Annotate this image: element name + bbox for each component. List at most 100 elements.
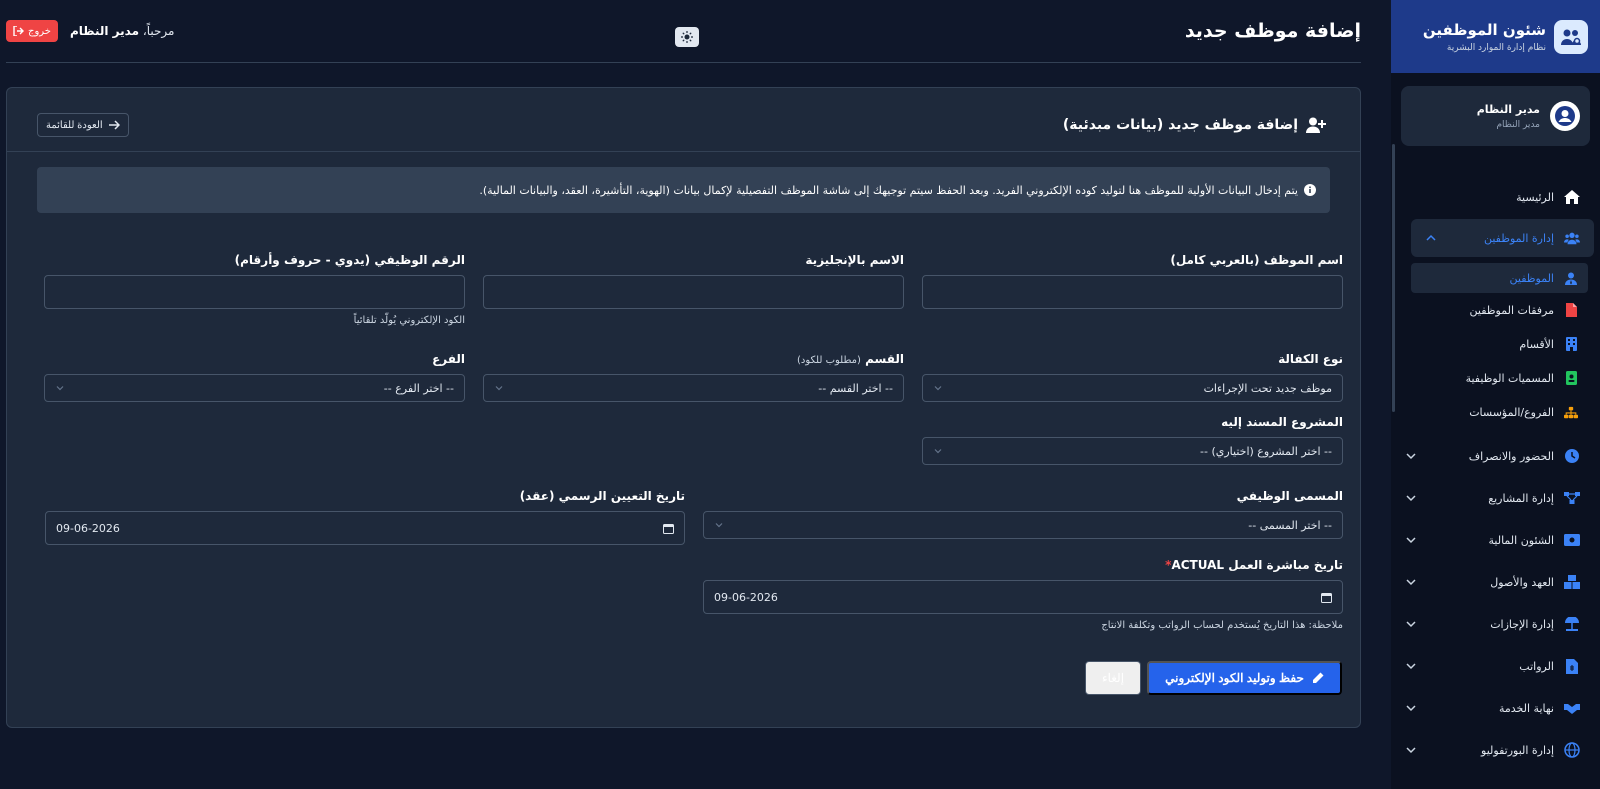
brand-subtitle: نظام إدارة الموارد البشرية xyxy=(1446,42,1546,53)
sign-out-icon xyxy=(13,26,24,36)
logout-button[interactable]: خروج xyxy=(6,20,58,42)
chevron-down-icon xyxy=(1405,660,1417,672)
sidebar-item-leaves[interactable]: إدارة الإجازات xyxy=(1391,603,1600,645)
name-en-input[interactable] xyxy=(483,275,904,309)
file-invoice-dollar-icon xyxy=(1564,658,1580,674)
chevron-down-icon xyxy=(1405,534,1417,546)
info-circle-icon xyxy=(1304,184,1316,196)
sponsorship-label: نوع الكفالة xyxy=(1278,352,1343,366)
branch-select[interactable]: -- اختر الفرع -- xyxy=(44,374,465,402)
name-ar-field: اسم الموظف (بالعربي كامل) xyxy=(922,253,1343,309)
calendar-icon[interactable] xyxy=(1321,592,1332,603)
logout-label: خروج xyxy=(28,25,51,37)
sidebar-item-label: إدارة الموظفين xyxy=(1483,231,1554,245)
employee-number-field: الرقم الوظيفي (يدوي - حروف وأرقام) الكود… xyxy=(44,253,465,326)
project-diagram-icon xyxy=(1564,490,1580,506)
building-icon xyxy=(1564,337,1578,351)
save-generate-code-button[interactable]: حفظ وتوليد الكود الإلكتروني xyxy=(1147,661,1342,695)
start-date-help: ملاحظة: هذا التاريخ يُستخدم لحساب الروات… xyxy=(1101,620,1343,631)
welcome-user: مدير النظام xyxy=(69,24,140,38)
name-ar-input[interactable] xyxy=(922,275,1343,309)
card-header: إضافة موظف جديد (بيانات مبدئية) العودة ل… xyxy=(37,112,1326,138)
theme-toggle-button[interactable] xyxy=(675,27,699,47)
calendar-icon[interactable] xyxy=(663,523,674,534)
info-alert: يتم إدخال البيانات الأولية للموظف هنا لت… xyxy=(37,167,1330,213)
branch-field: الفرع -- اختر الفرع -- xyxy=(44,352,465,402)
card-title: إضافة موظف جديد (بيانات مبدئية) xyxy=(1063,117,1326,133)
sidebar-item-end-of-service[interactable]: نهاية الخدمة xyxy=(1391,687,1600,729)
user-card[interactable]: مدير النظام مدير النظام xyxy=(1401,86,1590,146)
sidebar-item-label: الرئيسية xyxy=(1516,190,1554,204)
project-value: -- اختر المشروع (اختياري) -- xyxy=(1200,444,1332,458)
name-ar-label: اسم الموظف (بالعربي كامل) xyxy=(1170,253,1343,267)
clock-icon xyxy=(1564,448,1580,464)
chevron-down-icon xyxy=(933,383,943,393)
sidebar-subitem-label: الفروع/المؤسسات xyxy=(1469,405,1554,419)
chevron-down-icon xyxy=(933,446,943,456)
project-field: المشروع المسند إليه -- اختر المشروع (اخت… xyxy=(922,415,1343,465)
sidebar-subitem-branches[interactable]: الفروع/المؤسسات xyxy=(1391,395,1600,429)
project-label: المشروع المسند إليه xyxy=(1221,415,1343,429)
start-date-label-text: تاريخ مباشرة العمل ACTUAL xyxy=(1171,558,1343,572)
employee-number-input[interactable] xyxy=(44,275,465,309)
file-pdf-icon xyxy=(1564,303,1578,317)
employee-number-help: الكود الإلكتروني يُولّد تلقائياً xyxy=(353,315,465,326)
user-tie-icon xyxy=(1564,271,1578,285)
department-label-text: القسم xyxy=(865,352,904,366)
sun-icon xyxy=(681,31,693,43)
page-title: إضافة موظف جديد xyxy=(1184,20,1361,42)
department-value: -- اختر القسم -- xyxy=(818,381,893,395)
sidebar-subitem-label: مرفقات الموظفين xyxy=(1469,303,1554,317)
boxes-icon xyxy=(1564,574,1580,590)
sidebar-item-assets[interactable]: العهد والأصول xyxy=(1391,561,1600,603)
user-name: مدير النظام xyxy=(1476,102,1540,116)
sidebar-subitem-job-titles[interactable]: المسميات الوظيفية xyxy=(1391,361,1600,395)
sidebar-item-employees-management[interactable]: إدارة الموظفين xyxy=(1411,219,1594,257)
project-select[interactable]: -- اختر المشروع (اختياري) -- xyxy=(922,437,1343,465)
sponsorship-field: نوع الكفالة موظف جديد تحت الإجراءات xyxy=(922,352,1343,402)
sidebar-item-attendance[interactable]: الحضور والانصراف xyxy=(1391,435,1600,477)
chevron-up-icon xyxy=(1425,232,1437,244)
sidebar-nav: الرئيسية إدارة الموظفين الموظفين مرفقات … xyxy=(1391,144,1600,771)
chevron-down-icon xyxy=(1405,702,1417,714)
id-badge-icon xyxy=(1564,371,1578,385)
sponsorship-select[interactable]: موظف جديد تحت الإجراءات xyxy=(922,374,1343,402)
sidebar-item-label: العهد والأصول xyxy=(1490,575,1554,589)
save-button-label: حفظ وتوليد الكود الإلكتروني xyxy=(1165,671,1304,685)
back-button-label: العودة للقائمة xyxy=(46,119,103,131)
sidebar-subitem-label: المسميات الوظيفية xyxy=(1465,371,1554,385)
department-select[interactable]: -- اختر القسم -- xyxy=(483,374,904,402)
sidebar-subitem-attachments[interactable]: مرفقات الموظفين xyxy=(1391,293,1600,327)
sidebar-item-label: إدارة الإجازات xyxy=(1490,617,1554,631)
sidebar-item-payroll[interactable]: الرواتب xyxy=(1391,645,1600,687)
avatar xyxy=(1550,101,1580,131)
home-icon xyxy=(1564,189,1580,205)
hire-date-input[interactable]: 09-06-2026 xyxy=(45,511,685,545)
sidebar-item-portfolio[interactable]: إدارة البورتفوليو xyxy=(1391,729,1600,771)
employees-submenu: الموظفين مرفقات الموظفين الأقسام المسميا… xyxy=(1391,257,1600,435)
sidebar-subitem-employees[interactable]: الموظفين xyxy=(1411,263,1588,293)
employee-number-label: الرقم الوظيفي (يدوي - حروف وأرقام) xyxy=(234,253,465,267)
branch-label: الفرع xyxy=(432,352,465,366)
sidebar-item-home[interactable]: الرئيسية xyxy=(1391,175,1600,219)
add-employee-card: إضافة موظف جديد (بيانات مبدئية) العودة ل… xyxy=(6,87,1361,728)
user-plus-icon xyxy=(1306,117,1326,133)
sidebar-item-finance[interactable]: الشئون المالية xyxy=(1391,519,1600,561)
start-date-input[interactable]: 09-06-2026 xyxy=(703,580,1343,614)
chevron-down-icon xyxy=(714,520,724,530)
back-to-list-button[interactable]: العودة للقائمة xyxy=(37,113,129,137)
welcome-text: مرحباً، مدير النظام xyxy=(70,24,174,38)
job-title-select[interactable]: -- اختر المسمى -- xyxy=(703,511,1343,539)
sidebar-item-projects[interactable]: إدارة المشاريع xyxy=(1391,477,1600,519)
hire-date-label: تاريخ التعيين الرسمي (عقد) xyxy=(519,489,685,503)
sidebar-subitem-departments[interactable]: الأقسام xyxy=(1391,327,1600,361)
handshake-icon xyxy=(1564,700,1580,716)
sidebar-subitem-label: الأقسام xyxy=(1519,337,1554,351)
hire-date-value: 09-06-2026 xyxy=(56,521,120,535)
user-controls: مرحباً، مدير النظام خروج xyxy=(6,20,174,42)
sidebar-item-label: الشئون المالية xyxy=(1488,533,1554,547)
pencil-icon xyxy=(1312,672,1324,684)
chevron-down-icon xyxy=(1405,618,1417,630)
cancel-button[interactable]: إلغاء xyxy=(1085,661,1141,695)
globe-icon xyxy=(1564,742,1580,758)
